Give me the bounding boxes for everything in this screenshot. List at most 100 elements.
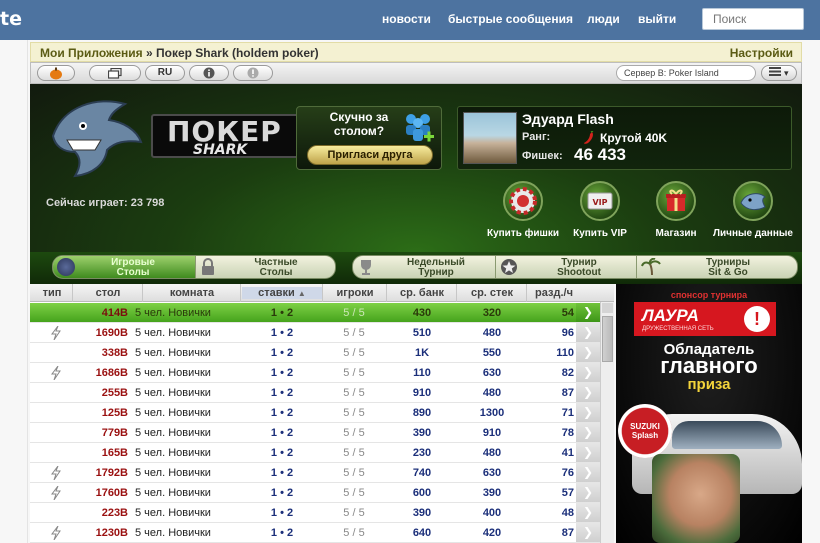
rank-value: Крутой 40K [600,131,668,145]
table-row[interactable]: 255B 5 чел. Новички 1 • 2 5 / 5 910 480 87 ❯ [30,383,600,403]
join-table-arrow-icon[interactable]: ❯ [576,523,600,542]
cell-stakes: 1 • 2 [270,487,294,499]
join-table-arrow-icon[interactable]: ❯ [576,383,600,402]
lightning-icon [50,325,62,341]
trophy-icon [361,260,371,275]
star-icon [501,259,517,275]
lightning-icon [50,365,62,381]
table-row[interactable]: 1690B 5 чел. Новички 1 • 2 5 / 5 510 480 96 ❯ [30,323,600,343]
col-type-header[interactable]: тип [34,287,70,299]
join-table-arrow-icon[interactable]: ❯ [576,323,600,342]
buy-vip-button[interactable]: VIP Купить VIP [570,181,630,241]
chip-icon [503,181,543,221]
join-table-arrow-icon[interactable]: ❯ [576,363,600,382]
search-input[interactable]: Поиск [702,8,804,30]
table-row[interactable]: 414B 5 чел. Новички 1 • 2 5 / 5 430 320 54 ❯ [30,303,600,323]
table-row[interactable]: 223B 5 чел. Новички 1 • 2 5 / 5 390 400 48 ❯ [30,503,600,523]
scrollbar-thumb[interactable] [602,316,613,362]
view-mode-dropdown[interactable]: ▾ [761,65,797,81]
settings-link[interactable]: Настройки [730,46,793,60]
table-row[interactable]: 338B 5 чел. Новички 1 • 2 5 / 5 1K 550 110 ❯ [30,343,600,363]
table-row[interactable]: 1686B 5 чел. Новички 1 • 2 5 / 5 110 630 82 ❯ [30,363,600,383]
col-players-header[interactable]: игроки [324,287,386,299]
cell-players: 5 / 5 [343,367,365,379]
tab-game-tables-label: Игровые Столы [111,257,155,278]
col-stakes-header[interactable]: ставки ▲ [242,287,322,299]
tables-tab-group: Игровые Столы Частные Столы [52,255,336,279]
cell-room: 5 чел. Новички [135,507,211,519]
cell-players: 5 / 5 [343,427,365,439]
personal-data-button[interactable]: Личные данные [713,181,793,241]
join-table-arrow-icon[interactable]: ❯ [576,403,600,422]
exclamation-icon: ! [744,306,770,332]
join-table-arrow-icon[interactable]: ❯ [576,303,600,322]
shop-button[interactable]: Магазин [646,181,706,241]
col-stakes-label: ставки [258,287,295,299]
cell-hands-per-hour: 41 [561,447,574,459]
buy-chips-button[interactable]: Купить фишки [487,181,559,241]
scroll-up-button[interactable] [602,303,613,313]
invite-friend-button[interactable]: Пригласи друга [307,145,433,165]
join-table-arrow-icon[interactable]: ❯ [576,483,600,502]
join-table-arrow-icon[interactable]: ❯ [576,503,600,522]
col-hands-header[interactable]: разд./ч [528,287,580,299]
list-icon [769,67,782,76]
player-avatar[interactable] [463,112,517,164]
join-table-arrow-icon[interactable]: ❯ [576,463,600,482]
tab-sitgo-tournaments[interactable]: Турниры Sit & Go [637,256,797,278]
tab-game-tables[interactable]: Игровые Столы [53,256,195,278]
cell-table-id: 414B [101,307,128,319]
tab-shootout-tournament[interactable]: Турнир Shootout [496,256,636,278]
column-divider [322,284,323,302]
players-online-count: Сейчас играет: 23 798 [46,197,165,209]
join-table-arrow-icon[interactable]: ❯ [576,443,600,462]
col-stack-header[interactable]: ср. стек [458,287,526,299]
cell-players: 5 / 5 [343,407,365,419]
table-row[interactable]: 125B 5 чел. Новички 1 • 2 5 / 5 890 1300 71 ❯ [30,403,600,423]
home-button[interactable] [37,65,75,81]
cell-hands-per-hour: 87 [561,527,574,539]
svg-text:VIP: VIP [592,198,607,207]
cell-hands-per-hour: 110 [556,347,574,359]
cell-table-id: 125B [101,407,128,419]
table-row[interactable]: 1760B 5 чел. Новички 1 • 2 5 / 5 600 390 57 ❯ [30,483,600,503]
cell-stakes: 1 • 2 [270,407,294,419]
nav-people-link[interactable]: люди [587,12,620,26]
chips-value: 46 433 [574,145,626,164]
breadcrumb-my-apps-link[interactable]: Мои Приложения [40,46,143,60]
nav-messages-link[interactable]: быстрые сообщения [448,12,573,26]
site-logo[interactable]: te [0,8,22,30]
join-table-arrow-icon[interactable]: ❯ [576,423,600,442]
window-button[interactable] [89,65,141,81]
tab-private-tables[interactable]: Частные Столы [196,256,335,278]
server-select[interactable]: Сервер B: Poker Island [616,65,756,81]
table-row[interactable]: 1792B 5 чел. Новички 1 • 2 5 / 5 740 630 76 ❯ [30,463,600,483]
cell-players: 5 / 5 [343,327,365,339]
cell-room: 5 чел. Новички [135,407,211,419]
tab-weekly-tournament[interactable]: Недельный Турнир [353,256,495,278]
col-bank-header[interactable]: ср. банк [388,287,456,299]
cell-players: 5 / 5 [343,447,365,459]
nav-logout-link[interactable]: выйти [638,12,676,26]
sponsor-ad-banner[interactable]: спонсор турнира ЛАУРА ДРУЖЕСТВЕННАЯ СЕТЬ… [616,284,802,543]
table-scrollbar[interactable] [600,302,614,543]
alert-button[interactable] [233,65,273,81]
info-button[interactable] [189,65,229,81]
table-row[interactable]: 165B 5 чел. Новички 1 • 2 5 / 5 230 480 41 ❯ [30,443,600,463]
table-row[interactable]: 1230B 5 чел. Новички 1 • 2 5 / 5 640 420 87 ❯ [30,523,600,543]
language-button[interactable]: RU [145,65,185,81]
nav-news-link[interactable]: новости [382,12,431,26]
cell-room: 5 чел. Новички [135,387,211,399]
join-table-arrow-icon[interactable]: ❯ [576,343,600,362]
laura-logo: ЛАУРА ДРУЖЕСТВЕННАЯ СЕТЬ ! [634,302,776,336]
table-row[interactable]: 779B 5 чел. Новички 1 • 2 5 / 5 390 910 78 ❯ [30,423,600,443]
cell-hands-per-hour: 54 [561,307,574,319]
cell-hands-per-hour: 96 [561,327,574,339]
cell-avg-bank: 430 [412,307,432,319]
cell-hands-per-hour: 87 [561,387,574,399]
col-room-header[interactable]: комната [144,287,240,299]
invite-panel: Скучно за столом? Пригласи друга [296,106,442,170]
col-table-header[interactable]: стол [74,287,142,299]
column-divider [72,284,73,302]
gift-icon [656,181,696,221]
